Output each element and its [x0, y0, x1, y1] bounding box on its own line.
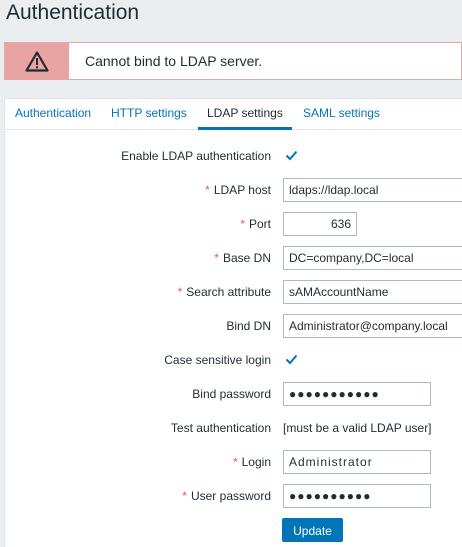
bind-password-label: Bind password — [192, 387, 271, 401]
port-input[interactable]: 636 — [283, 212, 357, 236]
warning-icon — [5, 43, 69, 79]
case-sensitive-checkbox[interactable] — [285, 353, 298, 366]
required-marker: * — [214, 251, 219, 265]
login-label: * Login — [232, 455, 271, 469]
bind-dn-input[interactable]: Administrator@company.local — [283, 314, 462, 338]
tab-authentication[interactable]: Authentication — [15, 99, 91, 129]
tab-bar: Authentication HTTP settings LDAP settin… — [5, 99, 462, 130]
tab-saml-settings[interactable]: SAML settings — [303, 99, 380, 129]
test-auth-hint: [must be a valid LDAP user] — [283, 421, 432, 435]
required-marker: * — [205, 183, 210, 197]
page-title: Authentication — [6, 1, 140, 24]
test-auth-label: Test authentication — [170, 421, 271, 435]
settings-panel: Authentication HTTP settings LDAP settin… — [4, 98, 462, 547]
update-button[interactable]: Update — [282, 518, 343, 542]
required-marker: * — [177, 285, 183, 299]
required-marker: * — [232, 455, 238, 469]
login-input[interactable]: Administrator — [283, 450, 431, 474]
alert-message: Cannot bind to LDAP server. — [85, 53, 263, 69]
ldap-host-input[interactable]: ldaps://ldap.local — [283, 178, 462, 202]
bind-dn-label: Bind DN — [226, 319, 271, 333]
bind-password-input[interactable]: ●●●●●●●●●●● — [283, 382, 431, 406]
tab-http-settings[interactable]: HTTP settings — [111, 99, 187, 129]
required-marker: * — [240, 217, 245, 231]
user-password-label: * User password — [182, 489, 271, 503]
active-tab-indicator — [198, 127, 292, 130]
search-attribute-label: * Search attribute — [177, 285, 271, 299]
required-marker: * — [182, 489, 187, 503]
ldap-host-label: * LDAP host — [205, 183, 271, 197]
base-dn-input[interactable]: DC=company,DC=local — [283, 246, 462, 270]
error-alert: Cannot bind to LDAP server. — [4, 42, 462, 80]
port-label: * Port — [240, 217, 271, 231]
user-password-input[interactable]: ●●●●●●●●●● — [283, 484, 431, 508]
enable-ldap-checkbox[interactable] — [285, 149, 298, 162]
tab-ldap-settings[interactable]: LDAP settings — [207, 99, 283, 129]
enable-ldap-label: Enable LDAP authentication — [121, 149, 271, 163]
base-dn-label: * Base DN — [214, 251, 271, 265]
search-attribute-input[interactable]: sAMAccountName — [283, 280, 462, 304]
case-sensitive-label: Case sensitive login — [164, 353, 271, 367]
